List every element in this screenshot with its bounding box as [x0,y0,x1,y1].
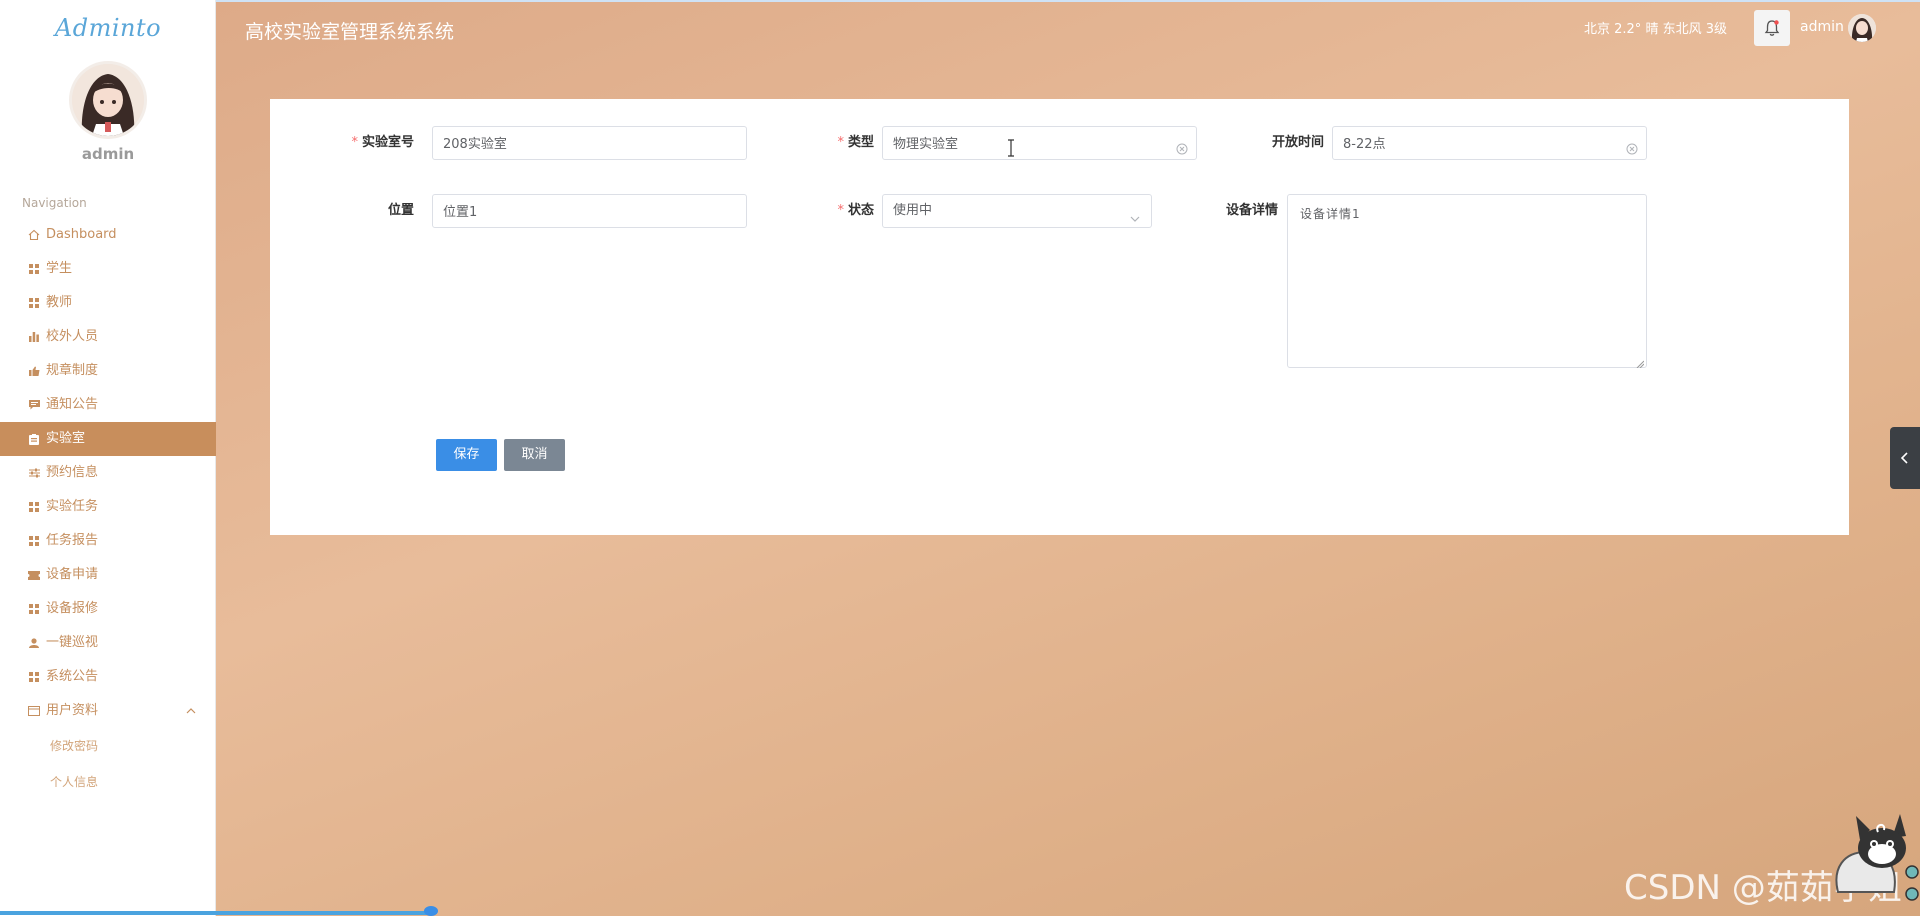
sidebar-item-user-profile[interactable]: 用户资料 [0,694,216,728]
grid-icon [28,501,40,513]
sidebar-item-system-notices[interactable]: 系统公告 [0,660,216,694]
sidebar-item-label: 预约信息 [46,465,99,480]
sidebar-item-label: 规章制度 [46,363,99,378]
required-mark: * [837,135,844,150]
sidebar-item-label: 实验室 [46,431,86,446]
sidebar-item-laboratory[interactable]: 实验室 [0,422,216,456]
sidebar-item-regulations[interactable]: 规章制度 [0,354,216,388]
grid-icon [28,263,40,275]
top-border [0,0,1920,2]
clear-icon[interactable] [1626,136,1638,155]
sidebar-item-label: 一键巡视 [46,635,99,650]
sidebar-item-external-staff[interactable]: 校外人员 [0,320,216,354]
grid-icon [28,671,40,683]
equipment-text: 设备详情1 [1300,207,1361,221]
sidebar-item-label: 系统公告 [46,669,99,684]
required-mark: * [837,203,844,218]
sliders-icon [28,467,40,479]
sidebar-item-label: 教师 [46,295,73,310]
thumbs-up-icon [28,365,40,377]
cancel-button[interactable]: 取消 [504,439,565,471]
sidebar-item-lab-tasks[interactable]: 实验任务 [0,490,216,524]
sidebar-username: admin [81,145,135,163]
ticket-icon [28,569,40,581]
sidebar-item-equipment-requests[interactable]: 设备申请 [0,558,216,592]
open-time-label: 开放时间 [1271,135,1324,150]
location-input[interactable] [432,194,747,228]
sidebar-subitem-change-password[interactable]: 修改密码 [0,731,216,761]
sidebar-item-label: 通知公告 [46,397,99,412]
sidebar-item-label: 学生 [46,261,73,276]
page-load-progress [0,911,432,915]
home-icon [28,229,40,241]
type-input[interactable] [882,126,1197,160]
sidebar-item-students[interactable]: 学生 [0,252,216,286]
sidebar-item-equipment-repairs[interactable]: 设备报修 [0,592,216,626]
sidebar-item-label: 实验任务 [46,499,99,514]
user-icon [28,637,40,649]
message-icon [28,399,40,411]
bell-icon [1764,20,1780,36]
mascot-cat-icon [1808,802,1920,902]
avatar[interactable] [72,64,144,136]
sidebar-item-label: 校外人员 [46,329,99,344]
grid-icon [28,603,40,615]
sidebar-item-dashboard[interactable]: Dashboard [0,218,216,252]
type-input-box[interactable] [893,127,1151,157]
sidebar-item-label: Dashboard [46,227,117,242]
clipboard-icon [28,433,40,445]
sidebar: Adminto admin Navigation Dashboard 学生 教师… [0,0,216,916]
sidebar-item-task-reports[interactable]: 任务报告 [0,524,216,558]
room-no-input-box[interactable] [443,127,701,157]
sidebar-item-teachers[interactable]: 教师 [0,286,216,320]
grid-icon [28,535,40,547]
sidebar-item-label: 用户资料 [46,703,99,718]
equipment-label: 设备详情 [1225,203,1278,218]
location-input-box[interactable] [443,195,701,225]
clear-icon[interactable] [1176,136,1188,155]
type-label: * 类型 [837,135,874,150]
room-no-input[interactable] [432,126,747,160]
nav-menu: Dashboard 学生 教师 校外人员 规章制度 通知公告 实验室 预约信息 … [0,218,216,728]
sidebar-item-notices[interactable]: 通知公告 [0,388,216,422]
notifications-button[interactable] [1754,10,1790,46]
sidebar-item-patrol[interactable]: 一键巡视 [0,626,216,660]
nav-section-title: Navigation [22,196,87,210]
open-time-input[interactable] [1332,126,1647,160]
status-select[interactable]: 使用中 [882,194,1152,228]
header-avatar[interactable] [1848,14,1876,42]
text-cursor-icon [1007,139,1015,157]
grid-icon [28,297,40,309]
header-username[interactable]: admin [1800,19,1844,35]
brand-logo[interactable]: Adminto [0,14,216,42]
sidebar-subitem-personal-info[interactable]: 个人信息 [0,767,216,797]
avatar-image [1848,14,1876,42]
sidebar-item-label: 任务报告 [46,533,99,548]
avatar-image [72,64,144,136]
location-label: 位置 [387,203,414,218]
progress-knob [424,906,438,916]
lab-edit-form: *实验室号 *类型 开放时间 位置 *状态 使用中 设备详情 [270,99,1849,535]
id-card-icon [28,705,40,717]
resize-handle-icon[interactable] [1636,357,1645,369]
chevron-up-icon[interactable] [186,694,196,728]
sidebar-item-label: 设备申请 [46,567,99,582]
status-selected-value: 使用中 [893,203,933,218]
sidebar-item-label: 设备报修 [46,601,99,616]
room-no-label: * 实验室号 [351,135,414,150]
chevron-left-icon [1900,452,1908,464]
required-mark: * [351,135,358,150]
weather-widget: 北京 2.2° 晴 东北风 3级 [1584,22,1727,37]
open-time-input-box[interactable] [1343,127,1601,157]
sidebar-item-reservations[interactable]: 预约信息 [0,456,216,490]
bar-chart-icon [28,331,40,343]
chevron-down-icon [1129,206,1141,222]
save-button[interactable]: 保存 [436,439,497,471]
page-title: 高校实验室管理系统系统 [245,21,455,43]
equipment-textarea[interactable]: 设备详情1 [1287,194,1647,369]
status-label: * 状态 [837,203,874,218]
settings-panel-toggle[interactable] [1890,427,1920,489]
